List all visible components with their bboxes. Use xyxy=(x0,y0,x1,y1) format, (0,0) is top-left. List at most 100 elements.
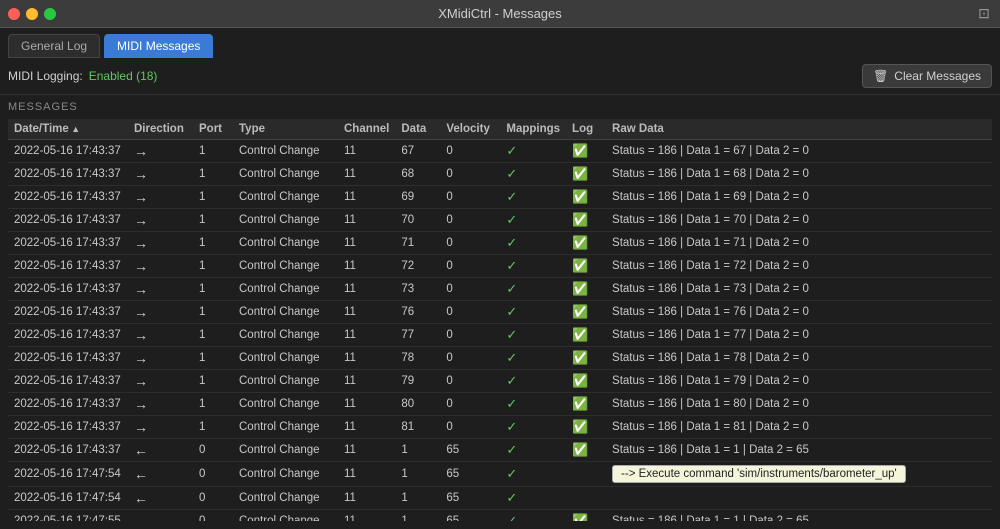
table-row: 2022-05-16 17:43:37 → 1 Control Change 1… xyxy=(8,209,992,232)
cell-datetime: 2022-05-16 17:43:37 xyxy=(8,301,128,324)
col-header-direction[interactable]: Direction xyxy=(128,119,193,140)
table-row: 2022-05-16 17:43:37 → 1 Control Change 1… xyxy=(8,186,992,209)
cell-rawdata: Status = 186 | Data 1 = 81 | Data 2 = 0 xyxy=(606,416,992,439)
cell-datetime: 2022-05-16 17:43:37 xyxy=(8,140,128,163)
cell-datetime: 2022-05-16 17:43:37 xyxy=(8,232,128,255)
window-resize-icon[interactable]: ⊡ xyxy=(976,6,992,22)
cell-data: 81 xyxy=(395,416,440,439)
cell-direction: → xyxy=(128,278,193,301)
mappings-check: ✓ xyxy=(506,513,517,521)
cell-direction: ← xyxy=(128,487,193,510)
tab-midi-messages[interactable]: MIDI Messages xyxy=(104,34,213,58)
direction-arrow-out: → xyxy=(134,396,148,412)
cell-type: Control Change xyxy=(233,324,338,347)
cell-data: 1 xyxy=(395,487,440,510)
tooltip-box: --> Execute command 'sim/instruments/bar… xyxy=(612,465,906,483)
table-row: 2022-05-16 17:43:37 → 1 Control Change 1… xyxy=(8,301,992,324)
col-header-mappings[interactable]: Mappings xyxy=(500,119,566,140)
cell-velocity: 0 xyxy=(440,255,500,278)
cell-data: 80 xyxy=(395,393,440,416)
mappings-check: ✓ xyxy=(506,373,517,388)
tab-general-log[interactable]: General Log xyxy=(8,34,100,58)
cell-datetime: 2022-05-16 17:47:54 xyxy=(8,462,128,487)
cell-direction: → xyxy=(128,140,193,163)
cell-port: 1 xyxy=(193,140,233,163)
cell-channel: 11 xyxy=(338,439,395,462)
cell-velocity: 0 xyxy=(440,393,500,416)
cell-log: ✅ xyxy=(566,209,606,232)
cell-velocity: 65 xyxy=(440,510,500,522)
direction-arrow-in: ← xyxy=(134,442,148,458)
table-row: 2022-05-16 17:43:37 → 1 Control Change 1… xyxy=(8,324,992,347)
cell-rawdata: Status = 186 | Data 1 = 69 | Data 2 = 0 xyxy=(606,186,992,209)
cell-type: Control Change xyxy=(233,255,338,278)
cell-data: 67 xyxy=(395,140,440,163)
cell-port: 1 xyxy=(193,393,233,416)
cell-data: 70 xyxy=(395,209,440,232)
mappings-check: ✓ xyxy=(506,189,517,204)
cell-direction: ← xyxy=(128,462,193,487)
maximize-button[interactable] xyxy=(44,8,56,20)
minimize-button[interactable] xyxy=(26,8,38,20)
cell-datetime: 2022-05-16 17:47:54 xyxy=(8,487,128,510)
mappings-check: ✓ xyxy=(506,258,517,273)
mappings-check: ✓ xyxy=(506,281,517,296)
cell-log: ✅ xyxy=(566,393,606,416)
table-row: 2022-05-16 17:43:37 → 1 Control Change 1… xyxy=(8,370,992,393)
col-header-rawdata[interactable]: Raw Data xyxy=(606,119,992,140)
table-row: 2022-05-16 17:43:37 → 1 Control Change 1… xyxy=(8,347,992,370)
messages-section: MESSAGES xyxy=(0,95,1000,119)
cell-datetime: 2022-05-16 17:43:37 xyxy=(8,416,128,439)
midi-logging-value: Enabled (18) xyxy=(89,69,158,83)
cell-rawdata: Status = 186 | Data 1 = 71 | Data 2 = 0 xyxy=(606,232,992,255)
cell-velocity: 0 xyxy=(440,347,500,370)
cell-velocity: 65 xyxy=(440,487,500,510)
cell-mappings: ✓ xyxy=(500,487,566,510)
cell-datetime: 2022-05-16 17:43:37 xyxy=(8,186,128,209)
direction-arrow-in: ← xyxy=(134,466,148,482)
cell-velocity: 0 xyxy=(440,416,500,439)
cell-data: 71 xyxy=(395,232,440,255)
table-row: 2022-05-16 17:43:37 → 1 Control Change 1… xyxy=(8,140,992,163)
cell-data: 79 xyxy=(395,370,440,393)
cell-datetime: 2022-05-16 17:43:37 xyxy=(8,439,128,462)
cell-mappings: ✓ xyxy=(500,209,566,232)
cell-direction: → xyxy=(128,416,193,439)
cell-log: ✅ xyxy=(566,186,606,209)
table-header-row: Date/Time Direction Port Type Channel Da… xyxy=(8,119,992,140)
window-title: XMidiCtrl - Messages xyxy=(438,6,562,21)
cell-type: Control Change xyxy=(233,393,338,416)
cell-channel: 11 xyxy=(338,393,395,416)
direction-arrow-out: → xyxy=(134,350,148,366)
direction-arrow-out: → xyxy=(134,373,148,389)
cell-rawdata: Status = 186 | Data 1 = 73 | Data 2 = 0 xyxy=(606,278,992,301)
log-check: ✅ xyxy=(572,513,588,521)
col-header-type[interactable]: Type xyxy=(233,119,338,140)
col-header-channel[interactable]: Channel xyxy=(338,119,395,140)
col-header-port[interactable]: Port xyxy=(193,119,233,140)
cell-log: ✅ xyxy=(566,232,606,255)
col-header-data[interactable]: Data xyxy=(395,119,440,140)
cell-rawdata: Status = 186 | Data 1 = 77 | Data 2 = 0 xyxy=(606,324,992,347)
clear-messages-button[interactable]: 🗑 Clear Messages xyxy=(862,64,992,88)
cell-channel: 11 xyxy=(338,510,395,522)
cell-port: 0 xyxy=(193,439,233,462)
cell-data: 69 xyxy=(395,186,440,209)
col-header-datetime[interactable]: Date/Time xyxy=(8,119,128,140)
direction-arrow-out: → xyxy=(134,143,148,159)
direction-arrow-in: ← xyxy=(134,490,148,506)
cell-datetime: 2022-05-16 17:43:37 xyxy=(8,278,128,301)
messages-table: Date/Time Direction Port Type Channel Da… xyxy=(8,119,992,521)
cell-port: 1 xyxy=(193,209,233,232)
cell-channel: 11 xyxy=(338,140,395,163)
col-header-velocity[interactable]: Velocity xyxy=(440,119,500,140)
cell-velocity: 65 xyxy=(440,439,500,462)
log-check: ✅ xyxy=(572,212,588,227)
title-bar: XMidiCtrl - Messages ⊡ xyxy=(0,0,1000,28)
col-header-log[interactable]: Log xyxy=(566,119,606,140)
cell-type: Control Change xyxy=(233,140,338,163)
table-container[interactable]: Date/Time Direction Port Type Channel Da… xyxy=(8,119,992,521)
close-button[interactable] xyxy=(8,8,20,20)
cell-type: Control Change xyxy=(233,510,338,522)
direction-arrow-out: → xyxy=(134,304,148,320)
